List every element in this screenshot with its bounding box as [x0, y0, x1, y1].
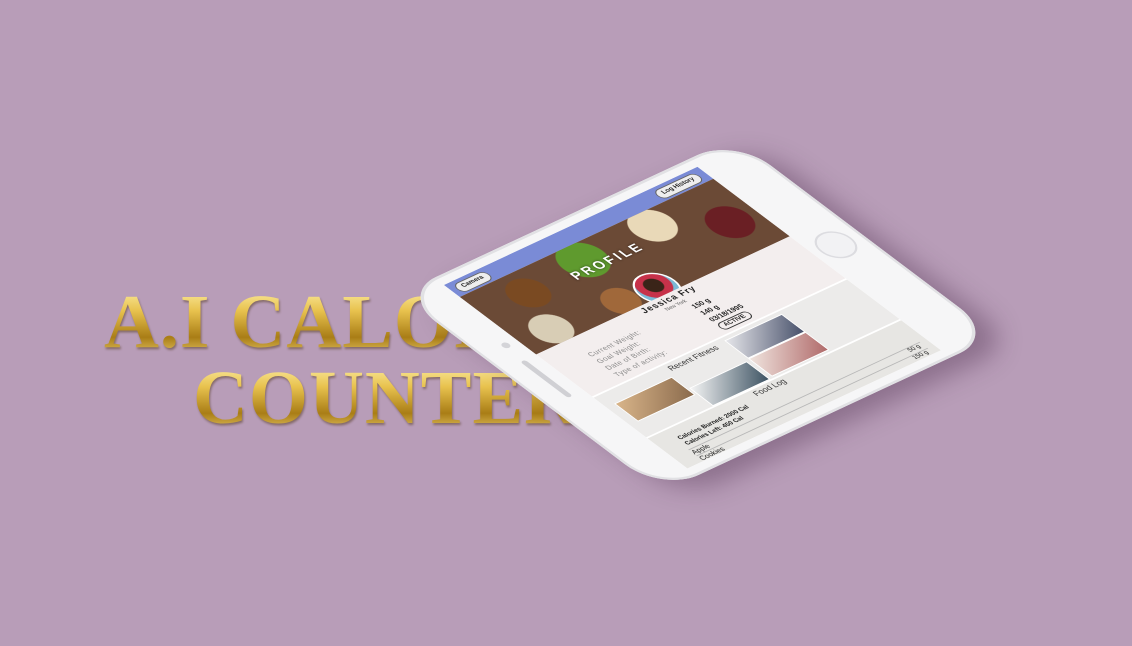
phone-mockup: Camera Log History PROFILE Jessica Fry N…: [399, 137, 997, 493]
phone-body: Camera Log History PROFILE Jessica Fry N…: [399, 137, 997, 493]
front-camera-icon: [499, 341, 513, 350]
app-screen: Camera Log History PROFILE Jessica Fry N…: [443, 166, 942, 469]
fitness-photo[interactable]: [614, 376, 696, 422]
